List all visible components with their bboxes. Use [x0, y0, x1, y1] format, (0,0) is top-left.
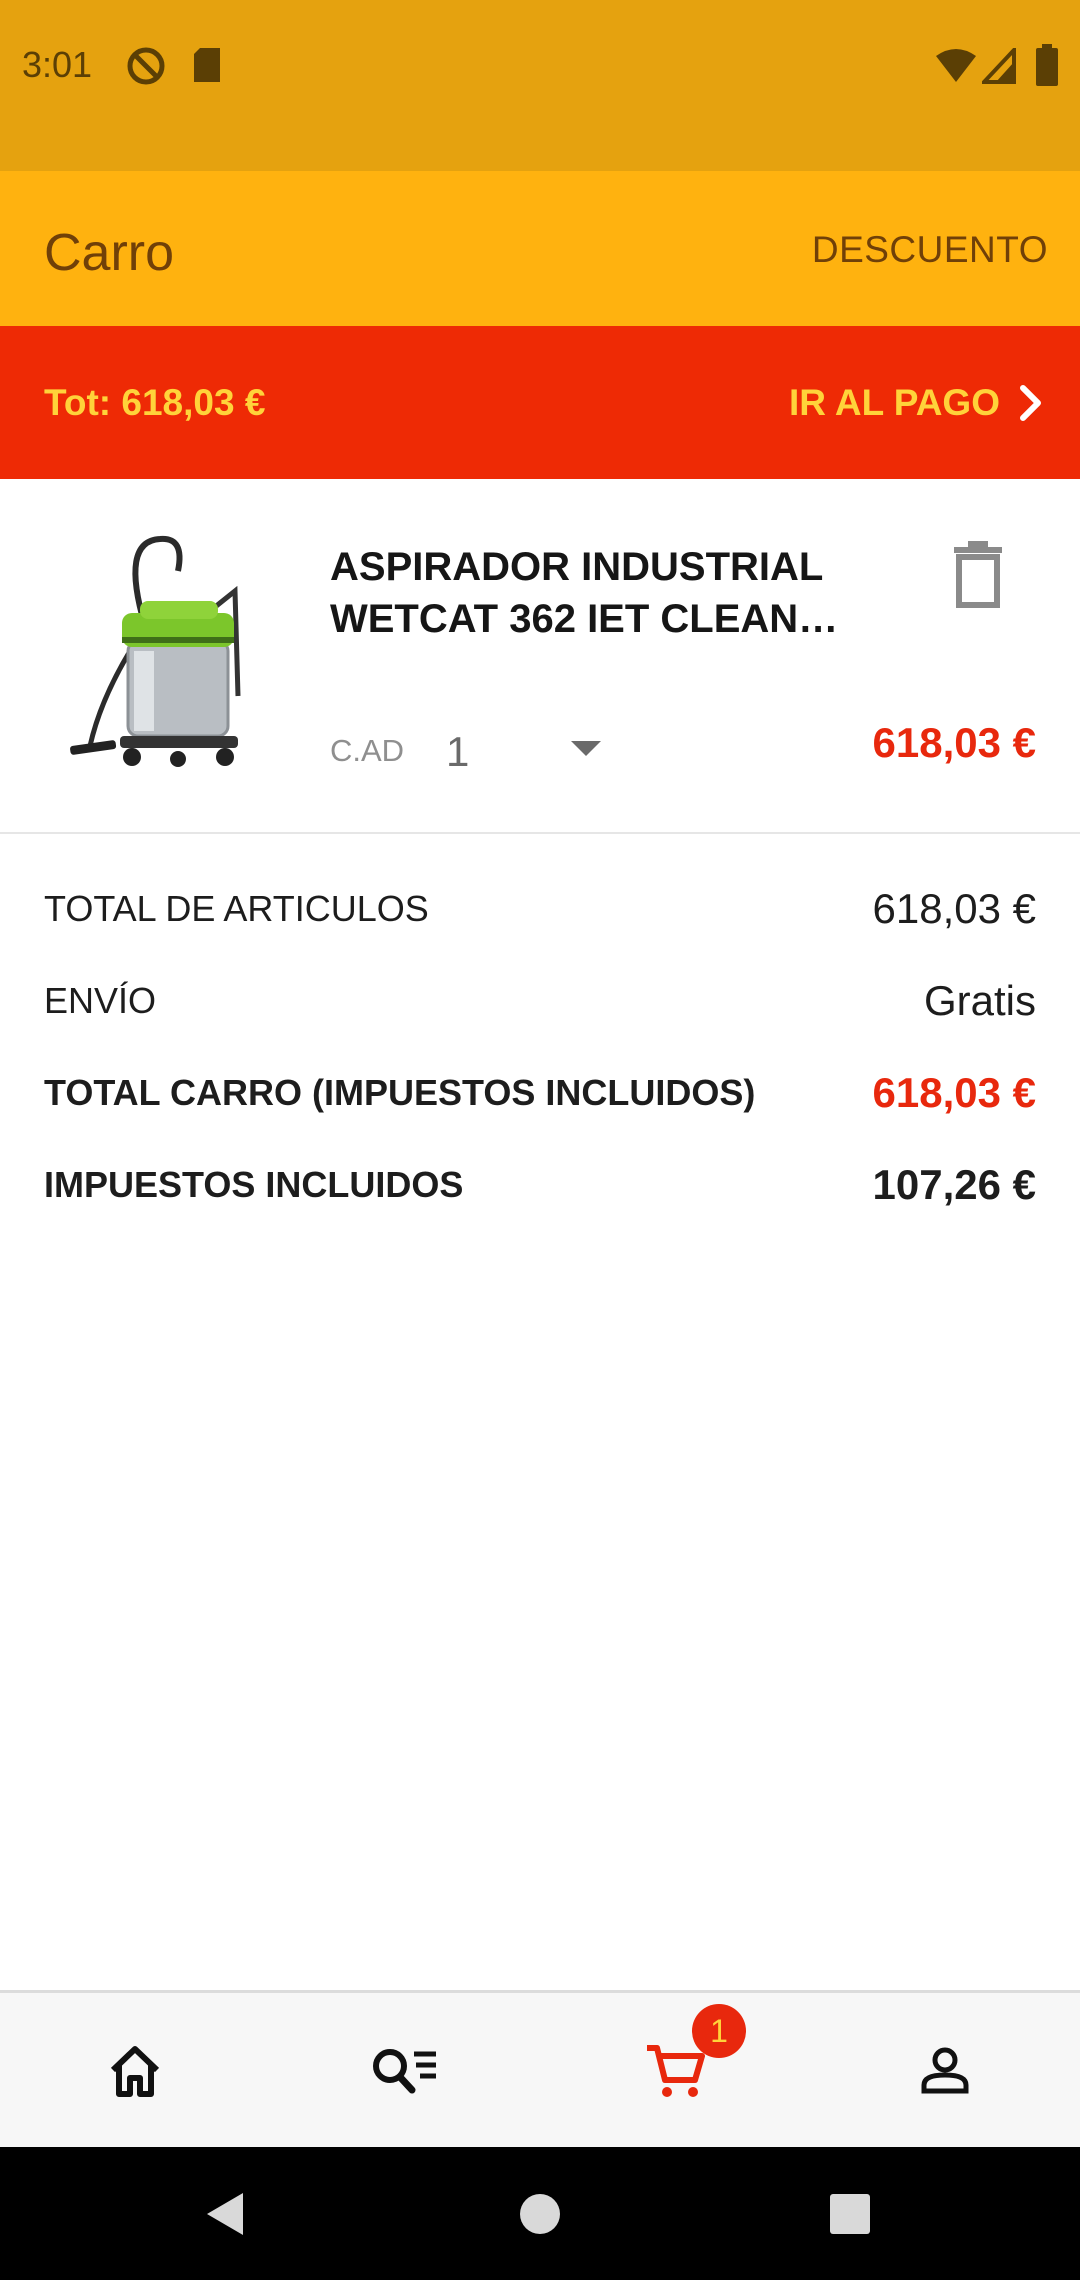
- app-bar: Carro DESCUENTO: [0, 171, 1080, 326]
- checkout-button[interactable]: IR AL PAGO: [789, 368, 1044, 438]
- nav-search[interactable]: [270, 1993, 540, 2149]
- wifi-icon: [936, 49, 976, 82]
- cart-icon: [647, 2045, 705, 2097]
- tax-value: 107,26 €: [872, 1161, 1037, 1208]
- product-image[interactable]: [60, 531, 270, 781]
- nav-account[interactable]: [810, 1993, 1080, 2149]
- items-total-row: TOTAL DE ARTICULOS 618,03 €: [44, 879, 1036, 939]
- discount-button[interactable]: DESCUENTO: [812, 229, 1048, 271]
- trash-icon[interactable]: [950, 539, 1006, 609]
- product-name[interactable]: ASPIRADOR INDUSTRIAL WETCAT 362 IET CLEA…: [330, 541, 890, 645]
- status-time: 3:01: [22, 44, 93, 85]
- signal-icon: [982, 48, 1016, 84]
- account-icon: [921, 2047, 969, 2094]
- system-home-button[interactable]: [505, 2147, 575, 2280]
- recents-square-icon: [830, 2193, 870, 2234]
- at-sign-icon: [127, 47, 165, 85]
- dropdown-arrow-icon: [571, 741, 601, 756]
- cart-total-value: 618,03 €: [872, 1069, 1037, 1116]
- nav-cart[interactable]: [540, 1993, 810, 2149]
- cart-total-summary: Tot: 618,03 €: [44, 382, 266, 423]
- items-total-label: TOTAL DE ARTICULOS: [44, 888, 429, 929]
- system-back-button[interactable]: [190, 2147, 260, 2280]
- shipping-row: ENVÍO Gratis: [44, 971, 1036, 1031]
- search-list-icon: [373, 2049, 436, 2094]
- sd-card-icon: [194, 48, 220, 82]
- system-recents-button[interactable]: [815, 2147, 885, 2280]
- tax-row: IMPUESTOS INCLUIDOS 107,26 €: [44, 1155, 1036, 1215]
- checkout-label: IR AL PAGO: [788, 382, 1000, 423]
- back-triangle-icon: [207, 2192, 243, 2235]
- quantity-value: 1: [446, 728, 470, 775]
- total-bar: Tot: 618,03 € IR AL PAGO: [0, 326, 1080, 479]
- battery-icon: [1036, 44, 1058, 86]
- page-title: Carro: [44, 224, 175, 282]
- quantity-dropdown[interactable]: 1: [446, 717, 616, 787]
- shipping-label: ENVÍO: [44, 980, 157, 1021]
- home-icon: [110, 2046, 160, 2097]
- quantity-label: C.AD: [330, 733, 405, 768]
- product-price: 618,03 €: [872, 719, 1037, 766]
- items-total-value: 618,03 €: [872, 885, 1037, 932]
- tax-label: IMPUESTOS INCLUIDOS: [44, 1164, 464, 1205]
- cart-total-row: TOTAL CARRO (IMPUESTOS INCLUIDOS) 618,03…: [44, 1063, 1036, 1123]
- nav-home[interactable]: [0, 1993, 270, 2149]
- cart-badge: 1: [692, 2004, 746, 2058]
- status-bar: 3:01: [0, 0, 1080, 171]
- home-circle-icon: [520, 2193, 560, 2234]
- cart-item: ASPIRADOR INDUSTRIAL WETCAT 362 IET CLEA…: [0, 479, 1080, 834]
- chevron-right-icon: [1020, 385, 1041, 421]
- shipping-value: Gratis: [923, 977, 1036, 1024]
- system-nav-bar: [0, 2147, 1080, 2280]
- bottom-navigation: [0, 1990, 1080, 2149]
- cart-total-label: TOTAL CARRO (IMPUESTOS INCLUIDOS): [44, 1072, 756, 1113]
